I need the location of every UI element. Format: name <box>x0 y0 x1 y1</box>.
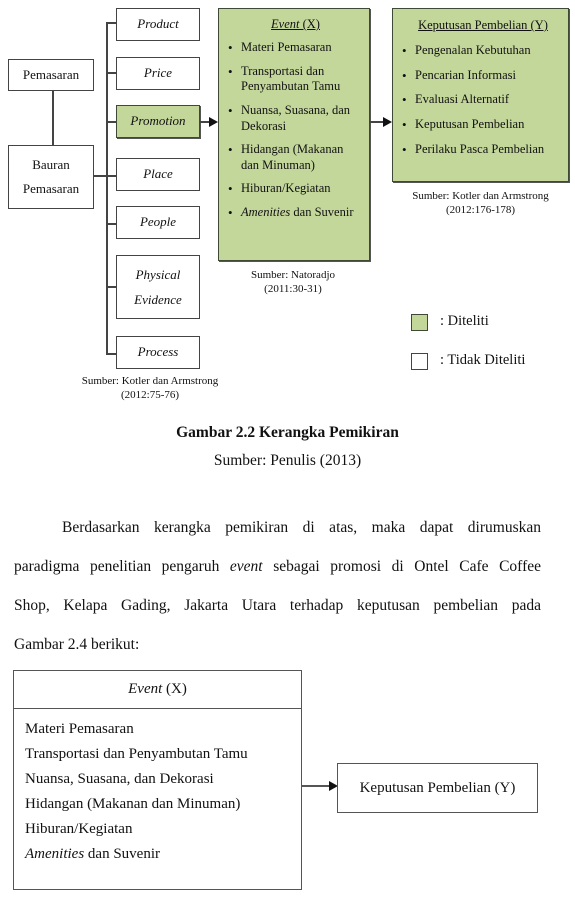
event-panel: Event (X) Materi Pemasaran Transportasi … <box>218 8 370 261</box>
mix-item-promotion: Promotion <box>116 105 200 138</box>
body-paragraph: Berdasarkan kerangka pemikiran di atas, … <box>14 508 541 664</box>
x-to-y-arrow-line <box>302 785 330 787</box>
legend-swatch-not-researched <box>411 353 428 370</box>
mix-source: Sumber: Kotler dan Armstrong (2012:75-76… <box>60 374 240 403</box>
marketing-mix-box: Bauran Pemasaran <box>8 145 94 209</box>
dependent-variable-box: Keputusan Pembelian (Y) <box>337 763 538 813</box>
mix-item-label: Place <box>143 166 173 182</box>
marketing-box: Pemasaran <box>8 59 94 91</box>
marketing-label: Pemasaran <box>22 66 80 82</box>
event-title-rest: (X) <box>299 17 320 31</box>
root-to-mix-connector <box>52 91 54 145</box>
paragraph-line: Gambar 2.4 berikut: <box>14 636 140 653</box>
figure-title: Gambar 2.2 Kerangka Pemikiran <box>176 424 399 441</box>
source-line: Sumber: Natoradjo <box>250 269 335 281</box>
mix-item-label: Process <box>137 344 179 360</box>
independent-variable-list: Materi Pemasaran Transportasi dan Penyam… <box>14 709 301 867</box>
marketing-mix-label-line1: Bauran <box>32 157 70 172</box>
mix-item-label-line1: Physical <box>135 267 181 282</box>
branch-people <box>106 223 116 225</box>
event-indicator: Amenities dan Suvenir <box>228 205 363 221</box>
arrowhead-icon <box>383 117 392 127</box>
indicator-item: Transportasi dan Penyambutan Tamu <box>25 746 248 762</box>
branch-price <box>106 72 116 74</box>
event-indicator: Hiburan/Kegiatan <box>228 181 363 197</box>
mix-item-label: Product <box>137 16 179 32</box>
decision-stage: Pencarian Informasi <box>402 68 564 84</box>
legend-label-not-researched: : Tidak Diteliti <box>440 352 526 368</box>
event-indicator: Transportasi dan Penyambutan Tamu <box>228 64 363 95</box>
mix-item-label: Promotion <box>130 113 186 129</box>
decision-panel: Keputusan Pembelian (Y) Pengenalan Kebut… <box>392 8 569 182</box>
independent-variable-box: Event (X) Materi Pemasaran Transportasi … <box>13 670 302 890</box>
branch-promotion <box>106 121 116 123</box>
legend-label-researched: : Diteliti <box>440 313 489 329</box>
source-line: (2012:75-76) <box>120 389 180 402</box>
decision-stage: Pengenalan Kebutuhan <box>402 43 564 59</box>
legend-swatch-researched <box>411 314 428 331</box>
source-line: Sumber: Kotler dan Armstrong <box>81 375 219 387</box>
event-indicator: Nuansa, Suasana, dan Dekorasi <box>228 103 363 134</box>
indicator-item: Nuansa, Suasana, dan Dekorasi <box>25 771 214 787</box>
paragraph-line: Shop, Kelapa Gading, Jakarta Utara terha… <box>14 597 541 614</box>
mix-item-label-line2: Evidence <box>134 292 182 307</box>
mix-item-label: Price <box>143 65 173 81</box>
paragraph-line: Berdasarkan kerangka pemikiran di atas, … <box>62 519 541 536</box>
indicator-item: Materi Pemasaran <box>25 721 134 737</box>
decision-stage: Perilaku Pasca Pembelian <box>402 142 564 158</box>
source-line: (2011:30-31) <box>264 283 322 296</box>
event-indicator: Materi Pemasaran <box>228 40 363 56</box>
indicator-item: Hidangan (Makanan dan Minuman) <box>25 796 241 812</box>
branch-product <box>106 22 116 24</box>
figure-source: Sumber: Penulis (2013) <box>213 452 362 469</box>
event-title-italic: Event <box>271 17 300 31</box>
indicator-item: Hiburan/Kegiatan <box>25 821 133 837</box>
source-line: (2012:176-178) <box>445 204 516 217</box>
paragraph-line: paradigma penelitian pengaruh event seba… <box>14 558 541 575</box>
source-line: Sumber: Kotler dan Armstrong <box>412 190 549 202</box>
decision-stage-list: Pengenalan Kebutuhan Pencarian Informasi… <box>402 43 564 157</box>
mix-item-product: Product <box>116 8 200 41</box>
mix-item-process: Process <box>116 336 200 369</box>
independent-variable-title-rest: (X) <box>162 681 187 697</box>
independent-variable-header: Event (X) <box>14 671 301 709</box>
branch-physical-evidence <box>106 286 116 288</box>
decision-panel-title: Keputusan Pembelian (Y) <box>418 18 548 32</box>
decision-source: Sumber: Kotler dan Armstrong (2012:176-1… <box>392 189 569 218</box>
event-source: Sumber: Natoradjo (2011:30-31) <box>228 268 358 297</box>
decision-stage: Evaluasi Alternatif <box>402 92 564 108</box>
marketing-mix-label-line2: Pemasaran <box>22 181 80 196</box>
event-indicator-list: Materi Pemasaran Transportasi dan Penyam… <box>228 40 363 221</box>
event-indicator: Hidangan (Makanan dan Minuman) <box>228 142 363 173</box>
indicator-item: Amenities dan Suvenir <box>25 846 160 862</box>
mix-item-label: People <box>139 214 177 230</box>
mix-item-people: People <box>116 206 200 239</box>
arrowhead-icon <box>209 117 218 127</box>
branch-place <box>106 175 116 177</box>
event-to-decision-arrow-line <box>370 121 384 123</box>
branch-process <box>106 353 116 355</box>
mix-item-place: Place <box>116 158 200 191</box>
dependent-variable-label: Keputusan Pembelian (Y) <box>359 779 516 796</box>
decision-stage: Keputusan Pembelian <box>402 117 564 133</box>
mix-item-price: Price <box>116 57 200 90</box>
mix-item-physical-evidence: Physical Evidence <box>116 255 200 319</box>
event-panel-title: Event (X) <box>228 17 363 32</box>
independent-variable-title-italic: Event <box>128 681 163 697</box>
